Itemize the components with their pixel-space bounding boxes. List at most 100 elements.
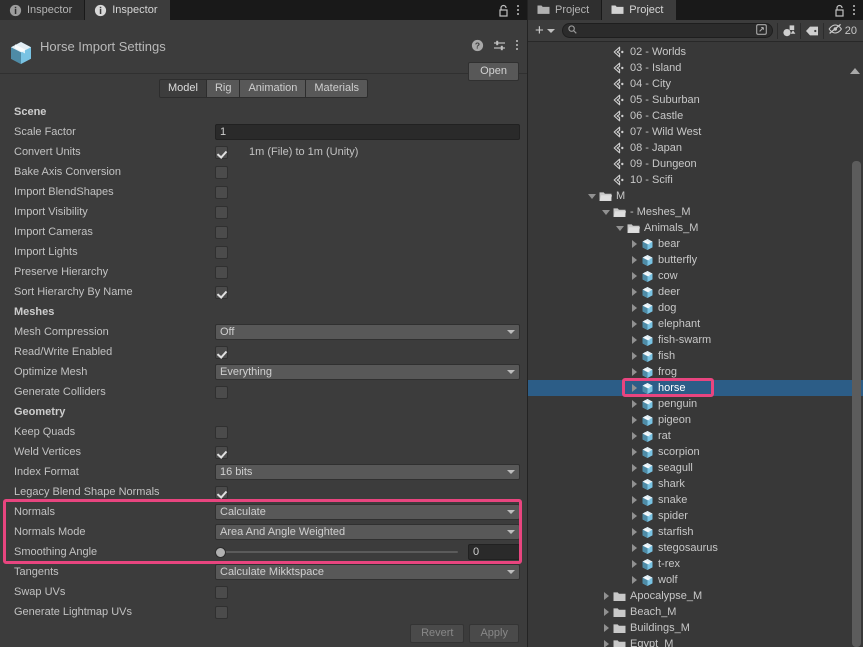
checkbox-convert-units[interactable]	[215, 145, 228, 159]
tab-inspector-2[interactable]: Inspector	[85, 0, 171, 20]
dropdown-normals[interactable]: Calculate	[215, 504, 520, 520]
checkbox-legacy-blend-shape-normals[interactable]	[215, 485, 228, 499]
chevron-right-icon[interactable]	[628, 560, 640, 568]
checkbox-generate-lightmap-uvs[interactable]	[215, 605, 228, 619]
project-scrollbar[interactable]	[851, 66, 862, 647]
tree-item[interactable]: rat	[528, 428, 863, 444]
lock-icon[interactable]	[834, 4, 845, 17]
tree-item-selected[interactable]: horse	[528, 380, 863, 396]
project-tree[interactable]: 02 - Worlds 03 - Island 04 - City 05 - Subu…	[528, 42, 863, 647]
tree-item[interactable]: snake	[528, 492, 863, 508]
chevron-right-icon[interactable]	[628, 256, 640, 264]
chevron-right-icon[interactable]	[628, 432, 640, 440]
create-asset-button[interactable]: +	[532, 23, 558, 38]
chevron-down-icon[interactable]	[600, 209, 612, 215]
checkbox-weld-vertices[interactable]	[215, 445, 228, 459]
lock-icon[interactable]	[498, 4, 509, 17]
scale-factor-input[interactable]: 1	[215, 124, 520, 140]
checkbox-preserve-hierarchy[interactable]	[215, 265, 228, 279]
chevron-right-icon[interactable]	[628, 288, 640, 296]
chevron-right-icon[interactable]	[628, 544, 640, 552]
tab-project-1[interactable]: Project	[528, 0, 603, 20]
chevron-right-icon[interactable]	[600, 624, 612, 632]
tree-item[interactable]: 04 - City	[528, 76, 863, 92]
chevron-down-icon[interactable]	[614, 225, 626, 231]
dropdown-normals-mode[interactable]: Area And Angle Weighted	[215, 524, 520, 540]
chevron-right-icon[interactable]	[628, 368, 640, 376]
chevron-right-icon[interactable]	[628, 384, 640, 392]
open-button[interactable]: Open	[468, 62, 519, 81]
checkbox-sort-hierarchy-by-name[interactable]	[215, 285, 228, 299]
chevron-right-icon[interactable]	[628, 336, 640, 344]
chevron-right-icon[interactable]	[628, 416, 640, 424]
tree-item[interactable]: frog	[528, 364, 863, 380]
tree-item[interactable]: 03 - Island	[528, 60, 863, 76]
tab-rig[interactable]: Rig	[206, 79, 241, 97]
tree-item[interactable]: - Meshes_M	[528, 204, 863, 220]
tree-item[interactable]: t-rex	[528, 556, 863, 572]
tree-item[interactable]: butterfly	[528, 252, 863, 268]
tree-item[interactable]: 08 - Japan	[528, 140, 863, 156]
tree-item[interactable]: scorpion	[528, 444, 863, 460]
chevron-right-icon[interactable]	[628, 320, 640, 328]
tree-item[interactable]: wolf	[528, 572, 863, 588]
tree-item[interactable]: bear	[528, 236, 863, 252]
tree-item[interactable]: penguin	[528, 396, 863, 412]
checkbox-read-write-enabled[interactable]	[215, 345, 228, 359]
smoothing-angle-value[interactable]: 0	[468, 544, 520, 560]
dropdown-mesh-compression[interactable]: Off	[215, 324, 520, 340]
kebab-menu-icon[interactable]	[852, 3, 856, 17]
tab-inspector-1[interactable]: Inspector	[0, 0, 86, 20]
slider-handle[interactable]	[215, 546, 226, 558]
dropdown-index-format[interactable]: 16 bits	[215, 464, 520, 480]
tree-item[interactable]: spider	[528, 508, 863, 524]
tree-item[interactable]: 09 - Dungeon	[528, 156, 863, 172]
chevron-right-icon[interactable]	[628, 528, 640, 536]
checkbox-import-blendshapes[interactable]	[215, 185, 228, 199]
chevron-right-icon[interactable]	[628, 448, 640, 456]
chevron-right-icon[interactable]	[628, 304, 640, 312]
tree-item[interactable]: 02 - Worlds	[528, 44, 863, 60]
tab-model[interactable]: Model	[159, 79, 207, 97]
chevron-right-icon[interactable]	[628, 400, 640, 408]
tree-item[interactable]: seagull	[528, 460, 863, 476]
filter-by-type-icon[interactable]	[782, 24, 796, 38]
tree-item[interactable]: Egypt_M	[528, 636, 863, 647]
tab-animation[interactable]: Animation	[240, 79, 307, 97]
tree-item[interactable]: elephant	[528, 316, 863, 332]
tree-item[interactable]: shark	[528, 476, 863, 492]
tree-item[interactable]: fish	[528, 348, 863, 364]
tree-item[interactable]: dog	[528, 300, 863, 316]
hidden-assets-count[interactable]: 20	[828, 23, 859, 38]
checkbox-import-cameras[interactable]	[215, 225, 228, 239]
tree-item[interactable]: starfish	[528, 524, 863, 540]
tree-item[interactable]: Apocalypse_M	[528, 588, 863, 604]
checkbox-bake-axis-conversion[interactable]	[215, 165, 228, 179]
chevron-right-icon[interactable]	[628, 496, 640, 504]
kebab-menu-icon[interactable]	[516, 3, 520, 17]
search-input[interactable]	[561, 23, 773, 38]
tree-item[interactable]: Buildings_M	[528, 620, 863, 636]
save-search-icon[interactable]	[755, 23, 767, 38]
chevron-right-icon[interactable]	[600, 608, 612, 616]
checkbox-keep-quads[interactable]	[215, 425, 228, 439]
chevron-right-icon[interactable]	[628, 480, 640, 488]
chevron-right-icon[interactable]	[628, 352, 640, 360]
chevron-down-icon[interactable]	[586, 193, 598, 199]
preset-sliders-icon[interactable]	[493, 39, 506, 52]
chevron-right-icon[interactable]	[628, 240, 640, 248]
kebab-menu-icon[interactable]	[515, 38, 519, 52]
tab-materials[interactable]: Materials	[306, 79, 368, 97]
checkbox-import-visibility[interactable]	[215, 205, 228, 219]
tree-item[interactable]: 05 - Suburban	[528, 92, 863, 108]
checkbox-swap-uvs[interactable]	[215, 585, 228, 599]
label-tag-icon[interactable]	[805, 25, 819, 37]
tree-item[interactable]: stegosaurus	[528, 540, 863, 556]
tab-project-2[interactable]: Project	[602, 0, 677, 20]
dropdown-optimize-mesh[interactable]: Everything	[215, 364, 520, 380]
checkbox-generate-colliders[interactable]	[215, 385, 228, 399]
tree-item[interactable]: fish-swarm	[528, 332, 863, 348]
tree-item[interactable]: 07 - Wild West	[528, 124, 863, 140]
chevron-right-icon[interactable]	[600, 592, 612, 600]
chevron-right-icon[interactable]	[628, 512, 640, 520]
